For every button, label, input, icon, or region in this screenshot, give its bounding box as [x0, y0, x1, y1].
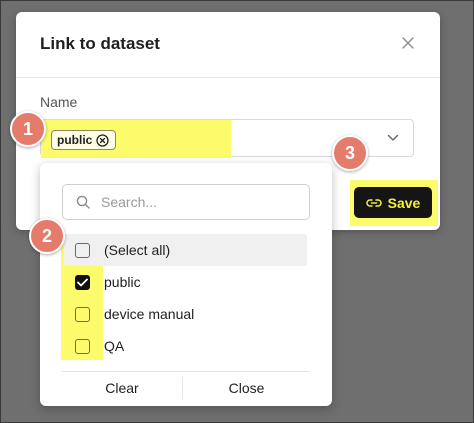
option-label: public [104, 274, 141, 290]
dialog-divider [16, 77, 440, 78]
option-label: QA [104, 338, 125, 354]
selected-chip: public [51, 130, 117, 150]
chip-remove-button[interactable] [96, 133, 109, 147]
circle-x-icon [96, 133, 109, 147]
dropdown-divider [62, 371, 310, 372]
step-badge-1: 1 [10, 111, 46, 147]
checkbox[interactable] [75, 274, 90, 290]
option-device-manual[interactable]: device manual [64, 298, 307, 330]
option-label: device manual [104, 306, 195, 322]
name-field-label: Name [40, 94, 78, 110]
close-icon [402, 37, 414, 49]
close-button[interactable] [398, 33, 418, 53]
step-badge-2: 2 [29, 218, 65, 254]
search-icon [76, 195, 90, 209]
dataset-dropdown: (Select all) public device manual QA Cle… [40, 163, 332, 406]
checkbox[interactable] [75, 338, 90, 354]
search-input[interactable] [101, 194, 301, 210]
search-field[interactable] [62, 184, 310, 220]
option-label: (Select all) [104, 242, 171, 258]
save-button[interactable]: Save [354, 187, 432, 218]
link-icon [365, 198, 382, 207]
search-icon-wrap [76, 194, 92, 210]
option-select-all[interactable]: (Select all) [64, 234, 307, 266]
clear-button[interactable]: Clear [62, 373, 182, 403]
checkbox[interactable] [75, 242, 90, 258]
check-icon [77, 278, 88, 286]
step-badge-3: 3 [332, 135, 368, 171]
select-chevron[interactable] [385, 130, 401, 146]
dialog-title: Link to dataset [40, 34, 160, 53]
checkbox[interactable] [75, 306, 90, 322]
chevron-down-icon [387, 134, 399, 141]
option-public[interactable]: public [64, 266, 307, 298]
option-qa[interactable]: QA [64, 330, 307, 362]
save-label: Save [387, 194, 421, 211]
chip-label: public [57, 133, 93, 147]
close-dropdown-button[interactable]: Close [183, 373, 310, 403]
